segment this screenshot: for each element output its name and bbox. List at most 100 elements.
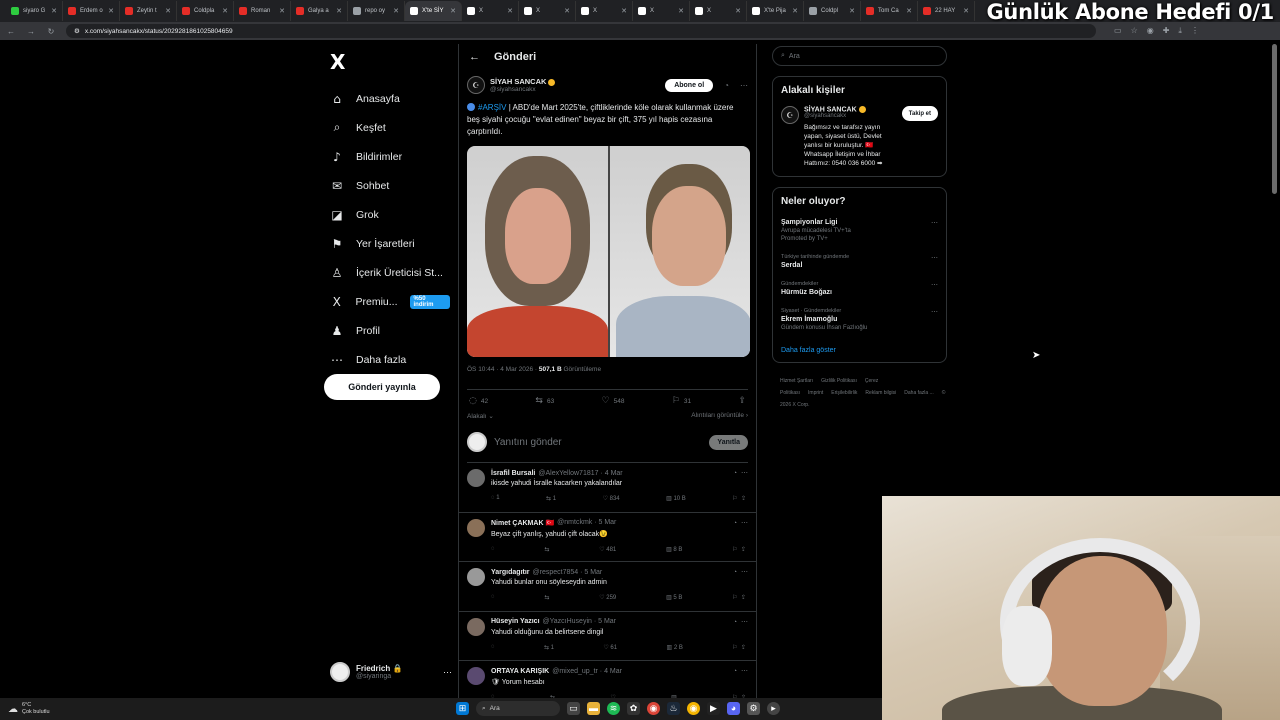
tab-close-icon[interactable]: ✕ [279, 7, 285, 15]
forward-icon[interactable]: → [26, 27, 36, 36]
tab-close-icon[interactable]: ✕ [849, 7, 855, 15]
tab-close-icon[interactable]: ✕ [165, 7, 171, 15]
bookmark-icon[interactable]: ⚐ ⇪ [732, 644, 746, 651]
avatar[interactable] [467, 518, 485, 537]
sidebar-item-home[interactable]: ⌂ Anasayfa [320, 84, 450, 113]
hashtag-link[interactable]: #ARŞİV [478, 103, 506, 112]
relevance-dropdown[interactable]: Alakalı ⌄ [467, 412, 494, 420]
reply-author[interactable]: Nimet ÇAKMAK 🇹🇷 [491, 519, 554, 527]
chatgpt-icon[interactable]: ✿ [627, 702, 640, 715]
search-input[interactable]: ⌕ Ara [772, 46, 947, 66]
sidebar-item-profile[interactable]: ♟ Profil [320, 316, 450, 345]
reply-action[interactable]: ◌ [491, 594, 495, 601]
url-input[interactable]: ⚙ x.com/siyahsancakx/status/202928186102… [66, 24, 1096, 38]
more-icon[interactable]: ⋯ [740, 81, 748, 90]
sidebar-item-premium[interactable]: X Premiu... %50 indirim [320, 287, 450, 316]
footer-link[interactable]: Hizmet Şartları [780, 378, 813, 384]
avatar[interactable] [467, 667, 485, 685]
extension-icon[interactable]: ◉ [1147, 26, 1154, 36]
reply-item[interactable]: İsrafil Bursali @AlexYellow71817 · 4 Mar… [459, 463, 756, 513]
reply-input[interactable]: Yanıtını gönder [494, 437, 562, 448]
reply-action[interactable]: ◌ 42 [469, 396, 488, 406]
more-icon[interactable]: ⋯ [931, 308, 938, 316]
like-action[interactable]: ♡ 61 [603, 644, 617, 651]
browser-tab[interactable]: 22 HAY ✕ [918, 1, 975, 21]
footer-link[interactable]: Erişilebilirlik [831, 390, 857, 396]
tab-close-icon[interactable]: ✕ [51, 7, 57, 15]
like-action[interactable]: ♡ 548 [602, 396, 625, 406]
file-explorer-icon[interactable]: ▬ [587, 702, 600, 715]
back-arrow-icon[interactable]: ← [469, 51, 480, 63]
repost-action[interactable]: ⇆ [544, 546, 549, 553]
sidebar-item-notifications[interactable]: ♪ Bildirimler [320, 142, 450, 171]
reply-item[interactable]: Hüseyin Yazıcı @YazcıHuseyin · 5 Mar ◔ ⋯… [459, 612, 756, 661]
browser-tab[interactable]: Roman ✕ [234, 1, 291, 21]
reload-icon[interactable]: ↻ [46, 27, 56, 36]
avatar[interactable] [467, 568, 485, 586]
tab-close-icon[interactable]: ✕ [222, 7, 228, 15]
post-image[interactable] [467, 146, 750, 357]
tab-close-icon[interactable]: ✕ [108, 7, 114, 15]
views-action[interactable]: ▥ 2 B [666, 644, 682, 651]
post-button[interactable]: Gönderi yayınla [324, 374, 440, 400]
subscribe-button[interactable]: Abone ol [665, 78, 714, 92]
menu-icon[interactable]: ⋮ [1191, 26, 1199, 36]
views-action[interactable]: ▥ 5 B [666, 594, 682, 601]
grok-icon[interactable]: ◔ [724, 81, 729, 90]
media-icon[interactable]: ▸ [767, 702, 780, 715]
browser-tab[interactable]: X ✕ [462, 1, 519, 21]
spotify-icon[interactable]: ≋ [607, 702, 620, 715]
reply-item[interactable]: Yargıdagıtır @respect7854 · 5 Mar ◔ ⋯ Ya… [459, 562, 756, 612]
sidebar-item-chat[interactable]: ✉ Sohbet [320, 171, 450, 200]
repost-action[interactable]: ⇆ [544, 594, 549, 601]
sidebar-item-explore[interactable]: ⌕ Keşfet [320, 113, 450, 142]
tab-close-icon[interactable]: ✕ [507, 7, 513, 15]
more-icon[interactable]: ⋯ [931, 254, 938, 262]
reply-author[interactable]: Hüseyin Yazıcı [491, 618, 540, 625]
browser-tab[interactable]: Coldpla ✕ [177, 1, 234, 21]
like-action[interactable]: ♡ 834 [603, 495, 620, 502]
browser-tab[interactable]: X'te SİY ✕ [405, 1, 462, 21]
repost-action[interactable]: ⇆ 1 [544, 644, 554, 651]
page-scrollbar[interactable] [1272, 44, 1277, 194]
grok-icon[interactable]: ◔ ⋯ [733, 469, 748, 477]
puzzle-icon[interactable]: ✚ [1163, 26, 1170, 36]
start-icon[interactable]: ⊞ [456, 702, 469, 715]
play-store-icon[interactable]: ▶ [707, 702, 720, 715]
like-action[interactable]: ♡ 259 [599, 594, 616, 601]
star-icon[interactable]: ☆ [1131, 26, 1138, 36]
reply-author[interactable]: İsrafil Bursali [491, 470, 535, 477]
account-switcher[interactable]: Friedrich 🔒 @siyaringa ⋯ [330, 662, 452, 682]
site-info-icon[interactable]: ⚙ [74, 27, 80, 35]
tab-close-icon[interactable]: ✕ [906, 7, 912, 15]
grok-icon[interactable]: ◔ ⋯ [733, 618, 748, 626]
browser-tab[interactable]: Tom Ca ✕ [861, 1, 918, 21]
discord-icon[interactable]: ◕ [727, 702, 740, 715]
author-name[interactable]: SİYAH SANCAK [490, 77, 546, 86]
chrome-alt-icon[interactable]: ◉ [687, 702, 700, 715]
browser-tab[interactable]: siyaro G ✕ [6, 1, 63, 21]
related-person[interactable]: ☪ SİYAH SANCAK @siyahsancakx Bağımsız ve… [781, 106, 938, 168]
bookmark-icon[interactable]: ⚐ ⇪ [732, 546, 746, 553]
browser-tab[interactable]: Galya a ✕ [291, 1, 348, 21]
tab-close-icon[interactable]: ✕ [735, 7, 741, 15]
follow-button[interactable]: Takip et [901, 106, 938, 121]
sidebar-item-more[interactable]: ⋯ Daha fazla [320, 345, 450, 374]
weather-widget[interactable]: ☁ 6°C Çok bulutlu [0, 702, 50, 716]
trend-item[interactable]: Şampiyonlar Ligi Avrupa mücadelesi TV+'t… [781, 219, 938, 242]
reply-author[interactable]: Yargıdagıtır [491, 569, 530, 576]
reply-action[interactable]: ◌ 1 [491, 495, 500, 502]
tab-close-icon[interactable]: ✕ [336, 7, 342, 15]
trend-item[interactable]: Siyaset · Gündemdekiler Ekrem İmamoğlu G… [781, 308, 938, 331]
browser-tab[interactable]: repo oy ✕ [348, 1, 405, 21]
bookmark-action[interactable]: ⚐ 31 [672, 396, 691, 406]
more-icon[interactable]: ⋯ [443, 667, 452, 678]
grok-icon[interactable]: ◔ ⋯ [733, 667, 748, 675]
views-action[interactable]: ▥ 8 B [666, 546, 682, 553]
taskbar-search[interactable]: ⌕ Ara [476, 701, 560, 716]
chrome-icon[interactable]: ◉ [647, 702, 660, 715]
sidebar-item-grok[interactable]: ◪ Grok [320, 200, 450, 229]
tab-close-icon[interactable]: ✕ [393, 7, 399, 15]
repost-action[interactable]: ⇆ 63 [535, 396, 554, 406]
reply-item[interactable]: Nimet ÇAKMAK 🇹🇷 @nmtckmk · 5 Mar ◔ ⋯ Bey… [459, 513, 756, 562]
